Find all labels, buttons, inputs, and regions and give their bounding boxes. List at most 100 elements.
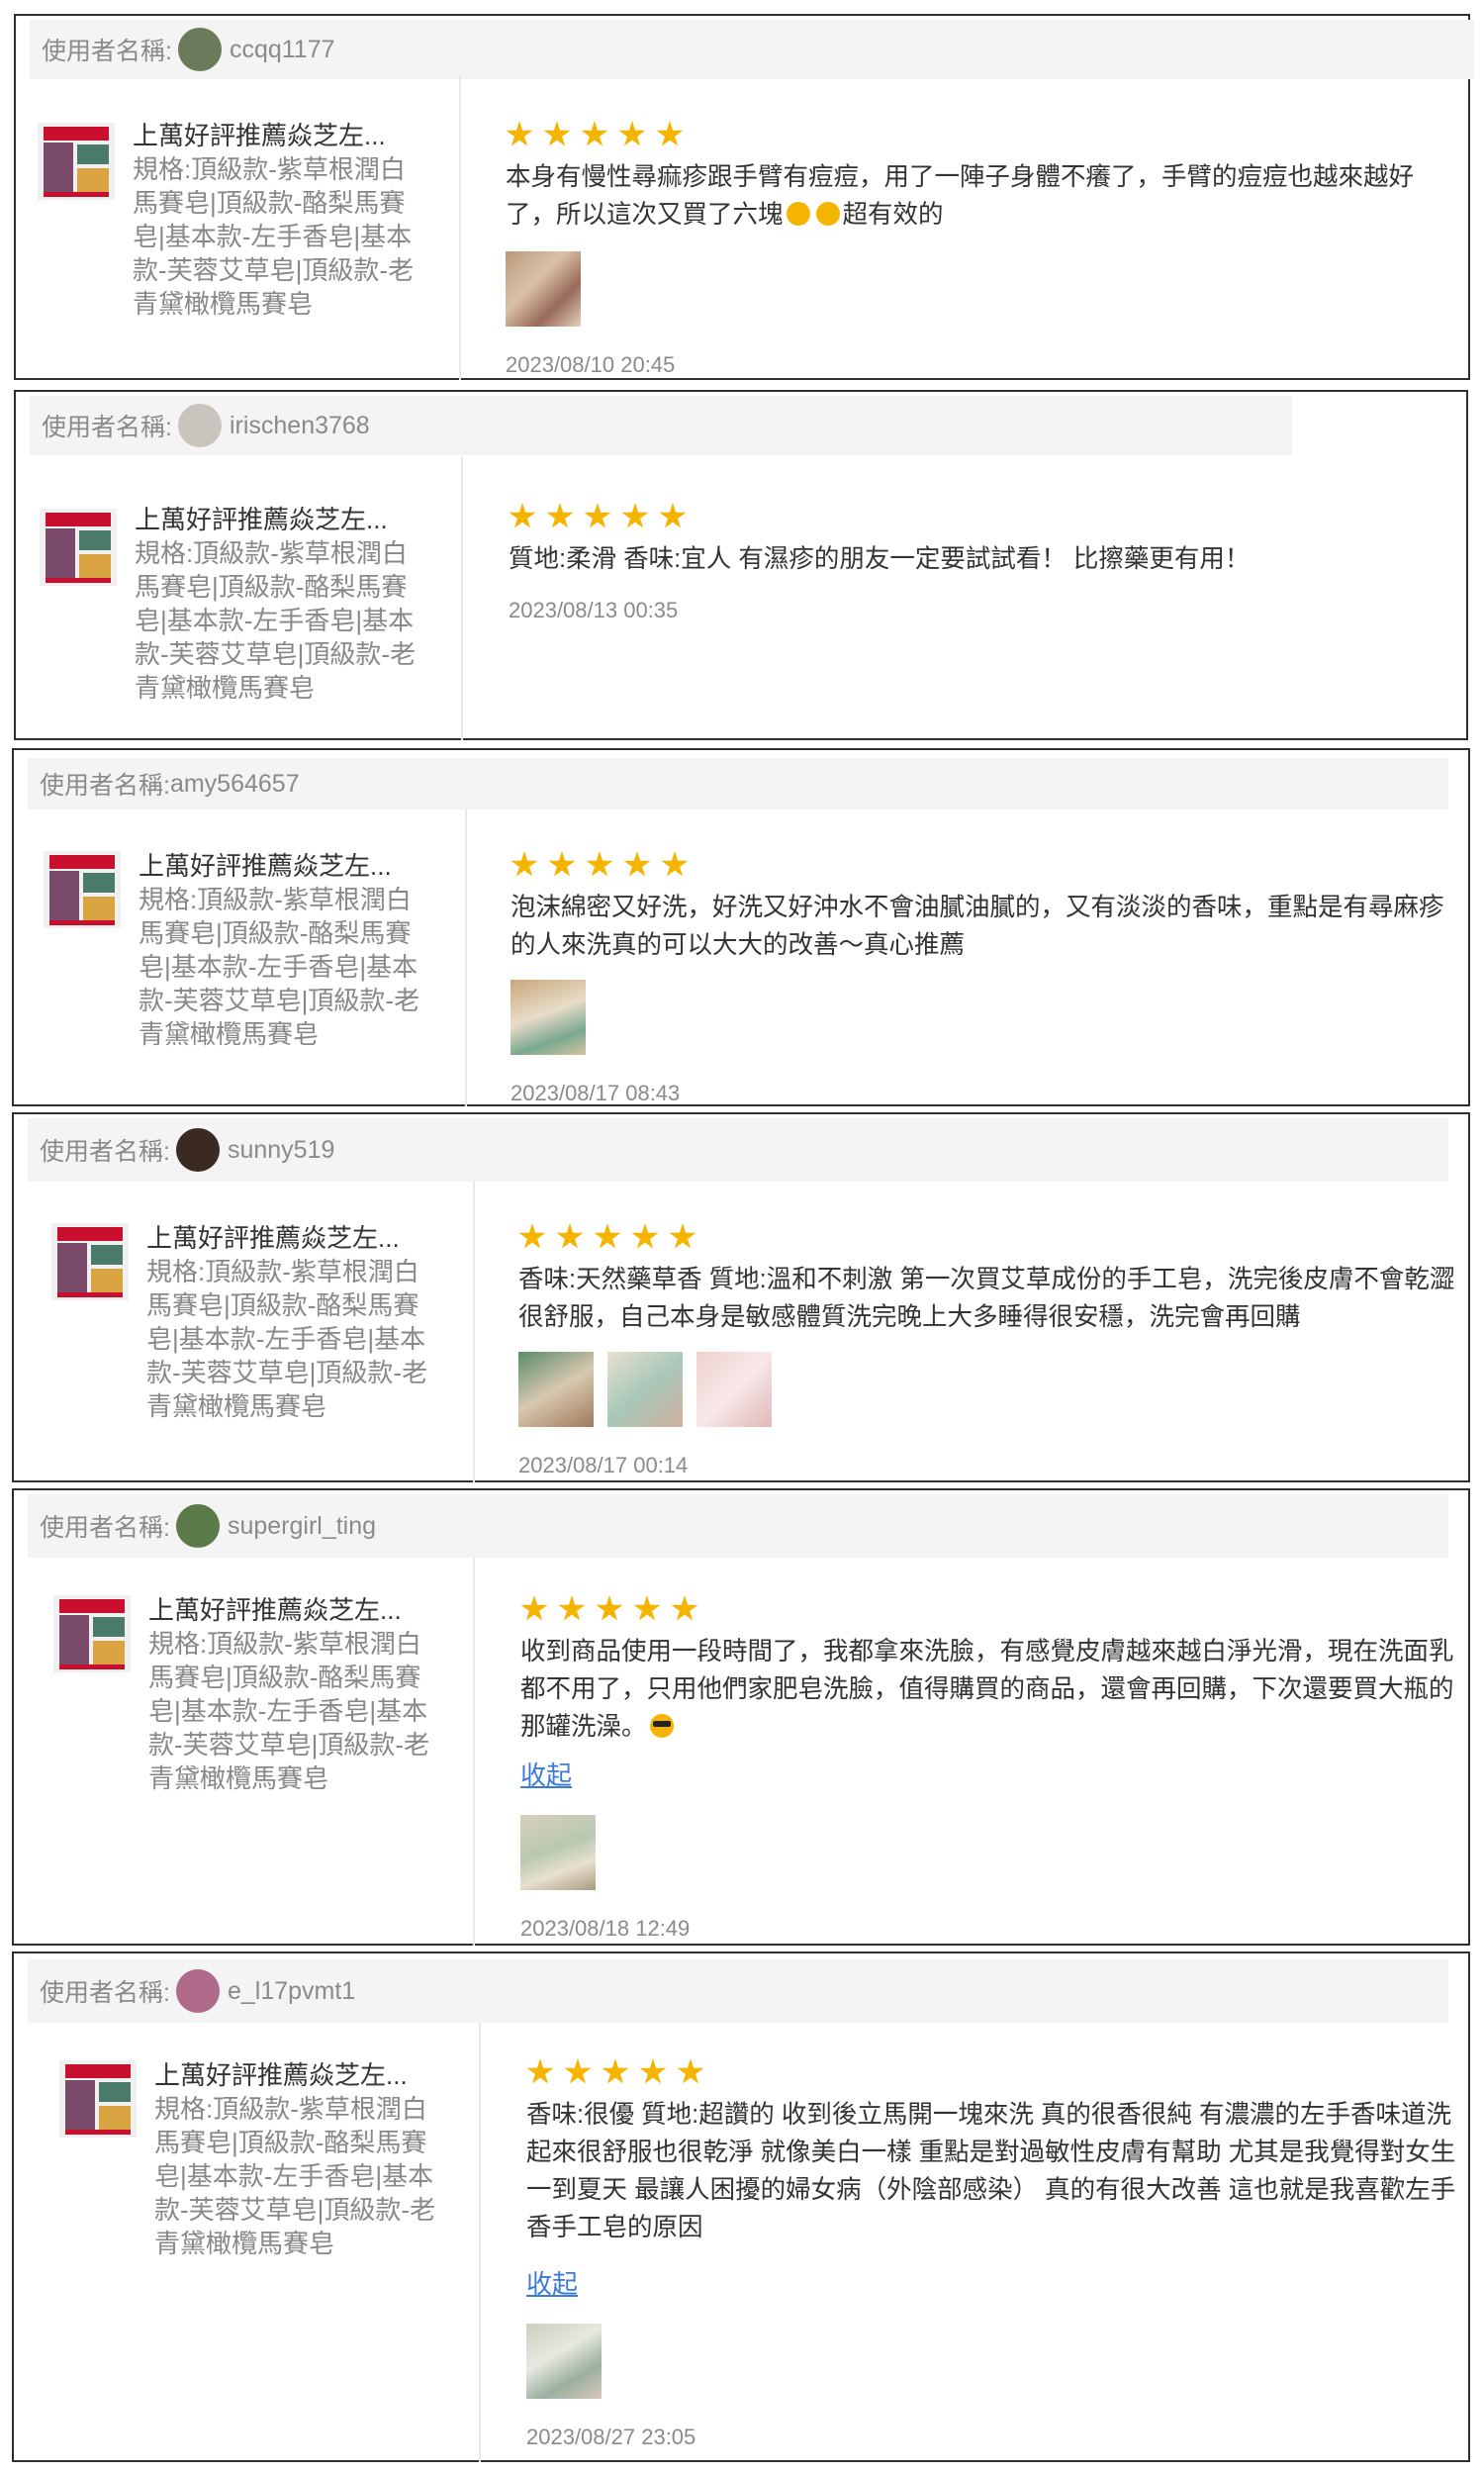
star-icon [669,1223,696,1249]
column-divider [459,75,461,380]
star-icon [596,1595,623,1621]
star-icon [509,503,536,528]
review-card: 使用者名稱: e_l17pvmt1 上萬好評推薦焱芝左... 規格:頂級款-紫草… [12,1951,1470,2462]
username-label: 使用者名稱: [40,1138,170,1166]
product-title[interactable]: 上萬好評推薦焱芝左... [154,2058,451,2092]
product-spec: 規格:頂級款-紫草根潤白馬賽皂|頂級款-酪梨馬賽皂|基本款-左手香皂|基本款-芙… [146,1257,428,1421]
review-header: 使用者名稱: ccqq1177 [30,20,1474,79]
username: sunny519 [227,1135,335,1164]
product-thumbnail[interactable] [51,1223,129,1300]
username: irischen3768 [229,411,370,439]
review-text: 泡沫綿密又好洗，好洗又好沖水不會油膩油膩的，又有淡淡的香味，重點是有尋麻疹的人來… [510,894,1444,959]
review-card: 使用者名稱: ccqq1177 上萬好評推薦焱芝左... 規格:頂級款-紫草根潤… [14,14,1474,380]
review-header: 使用者名稱: e_l17pvmt1 [28,1959,1448,2023]
thumbs-up-icon [815,202,840,226]
review-photo[interactable] [696,1352,772,1427]
review-header: 使用者名稱: irischen3768 [30,396,1292,455]
review-photo[interactable] [518,1352,594,1427]
star-icon [564,2058,592,2084]
product-info: 上萬好評推薦焱芝左... 規格:頂級款-紫草根潤白馬賽皂|頂級款-酪梨馬賽皂|基… [139,849,435,1051]
username-label: 使用者名稱: [42,414,172,441]
avatar [175,1969,220,2013]
review-text: 收到商品使用一段時間了，我都拿來洗臉，有感覺皮膚越來越白淨光滑，現在洗面乳都不用… [520,1633,1470,1746]
star-icon [543,121,571,146]
product-thumbnail[interactable] [38,123,115,200]
star-icon [621,503,649,528]
review-photo[interactable] [510,980,586,1055]
username-label: 使用者名稱: [40,1514,170,1542]
product-title[interactable]: 上萬好評推薦焱芝左... [146,1221,443,1255]
star-icon [506,121,533,146]
review-photo[interactable] [607,1352,683,1427]
product-title[interactable]: 上萬好評推薦焱芝左... [139,849,435,883]
username-label: 使用者名稱: [40,772,170,800]
avatar [175,1504,220,1548]
star-icon [556,1223,584,1249]
star-icon [594,1223,621,1249]
column-divider [461,457,463,740]
review-header: 使用者名稱: amy564657 [28,758,1448,809]
product-info: 上萬好評推薦焱芝左... 規格:頂級款-紫草根潤白馬賽皂|頂級款-酪梨馬賽皂|基… [148,1593,445,1795]
sunglasses-emoji-icon [649,1714,674,1738]
star-icon [639,2058,667,2084]
product-thumbnail[interactable] [40,509,117,586]
rating-stars [510,851,689,879]
star-icon [618,121,646,146]
collapse-link[interactable]: 收起 [526,2264,578,2301]
review-date: 2023/08/17 00:14 [518,1453,689,1477]
product-title[interactable]: 上萬好評推薦焱芝左... [148,1593,445,1627]
review-text-tail: 超有效的 [842,201,944,229]
review-date: 2023/08/10 20:45 [506,352,676,377]
review-date: 2023/08/18 12:49 [520,1916,691,1941]
product-spec: 規格:頂級款-紫草根潤白馬賽皂|頂級款-酪梨馬賽皂|基本款-左手香皂|基本款-芙… [154,2094,436,2258]
username: ccqq1177 [229,35,335,63]
star-icon [633,1595,661,1621]
review-photo[interactable] [506,251,581,327]
review-text-body: 本身有慢性尋痲疹跟手臂有痘痘，用了一陣子身體不癢了，手臂的痘痘也越來越好了，所以… [506,163,1415,229]
product-title[interactable]: 上萬好評推薦焱芝左... [135,503,431,536]
product-info: 上萬好評推薦焱芝左... 規格:頂級款-紫草根潤白馬賽皂|頂級款-酪梨馬賽皂|基… [133,119,429,321]
star-icon [661,851,689,877]
username-label: 使用者名稱: [42,38,172,65]
rating-stars [526,2058,704,2086]
star-icon [623,851,651,877]
star-icon [671,1595,698,1621]
avatar [177,404,222,447]
star-icon [631,1223,659,1249]
thumbs-up-icon [786,202,810,226]
product-spec: 規格:頂級款-紫草根潤白馬賽皂|頂級款-酪梨馬賽皂|基本款-左手香皂|基本款-芙… [133,154,415,319]
product-title[interactable]: 上萬好評推薦焱芝左... [133,119,429,152]
product-thumbnail[interactable] [53,1595,131,1672]
collapse-link[interactable]: 收起 [520,1756,572,1792]
product-info: 上萬好評推薦焱芝左... 規格:頂級款-紫草根潤白馬賽皂|頂級款-酪梨馬賽皂|基… [135,503,431,705]
review-card: 使用者名稱: supergirl_ting 上萬好評推薦焱芝左... 規格:頂級… [12,1488,1470,1946]
review-date: 2023/08/27 23:05 [526,2425,696,2449]
column-divider [473,1182,475,1482]
star-icon [548,851,576,877]
review-header: 使用者名稱: sunny519 [28,1118,1448,1182]
review-photo[interactable] [520,1815,596,1890]
avatar [175,1128,220,1172]
star-icon [526,2058,554,2084]
product-thumbnail[interactable] [59,2060,137,2138]
star-icon [558,1595,586,1621]
star-icon [581,121,608,146]
username: amy564657 [169,769,300,798]
rating-stars [518,1223,696,1251]
star-icon [677,2058,704,2084]
product-spec: 規格:頂級款-紫草根潤白馬賽皂|頂級款-酪梨馬賽皂|基本款-左手香皂|基本款-芙… [148,1629,430,1793]
review-text: 質地:柔滑 香味:宜人 有濕疹的朋友一定要試試看！ 比擦藥更有用！ [509,545,1251,573]
product-info: 上萬好評推薦焱芝左... 規格:頂級款-紫草根潤白馬賽皂|頂級款-酪梨馬賽皂|基… [146,1221,443,1423]
star-icon [518,1223,546,1249]
review-card: 使用者名稱: amy564657 上萬好評推薦焱芝左... 規格:頂級款-紫草根… [12,748,1470,1106]
review-photo[interactable] [526,2324,602,2399]
avatar [177,28,222,71]
rating-stars [520,1595,698,1623]
review-date: 2023/08/17 08:43 [510,1081,681,1105]
username: supergirl_ting [227,1511,377,1540]
rating-stars [506,121,684,148]
star-icon [586,851,613,877]
column-divider [465,809,467,1106]
review-card: 使用者名稱: sunny519 上萬好評推薦焱芝左... 規格:頂級款-紫草根潤… [12,1112,1470,1482]
product-thumbnail[interactable] [44,851,121,928]
